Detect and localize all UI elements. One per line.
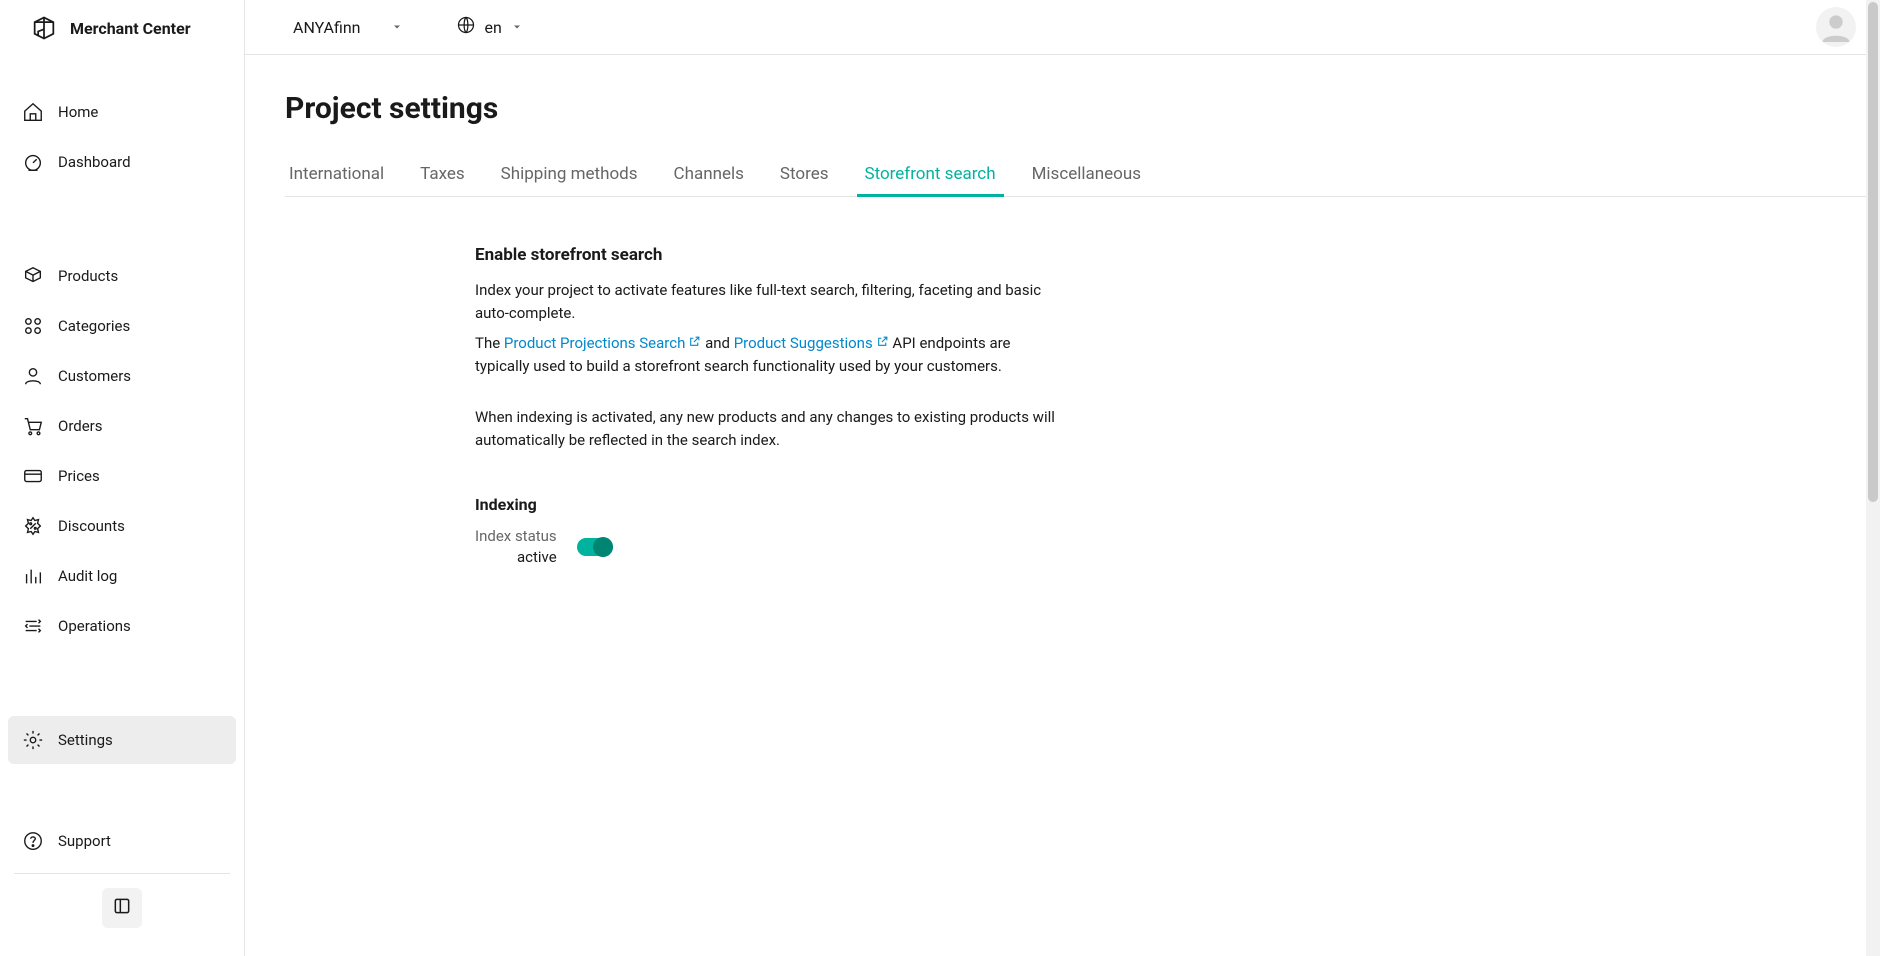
sidebar-item-label: Products (58, 267, 118, 285)
support-icon (22, 830, 44, 852)
main: ANYAfinn en Project settings Internation… (245, 0, 1880, 956)
sidebar-item-discounts[interactable]: Discounts (8, 502, 236, 550)
tab-label: Stores (780, 164, 829, 184)
sidebar-nav: Home Dashboard Products Categories Cu (0, 58, 244, 817)
toggle-knob (593, 537, 613, 557)
indexing-status-labels: Index status active (475, 526, 557, 570)
sidebar-item-products[interactable]: Products (8, 252, 236, 300)
chevron-down-icon (510, 20, 524, 34)
tab-label: Shipping methods (501, 164, 638, 184)
section-title: Enable storefront search (475, 245, 1065, 265)
sidebar-item-label: Orders (58, 417, 103, 435)
orders-icon (22, 415, 44, 437)
collapse-icon (112, 896, 132, 920)
sidebar: Merchant Center Home Dashboard Products (0, 0, 245, 956)
scrollbar-thumb[interactable] (1868, 2, 1878, 502)
sidebar-item-label: Categories (58, 317, 130, 335)
audit-icon (22, 565, 44, 587)
brand-text: Merchant Center (70, 19, 191, 38)
sidebar-item-dashboard[interactable]: Dashboard (8, 138, 236, 186)
product-projections-search-link[interactable]: Product Projections Search (504, 334, 685, 352)
sidebar-item-label: Home (58, 103, 98, 121)
sidebar-item-orders[interactable]: Orders (8, 402, 236, 450)
external-link-icon (688, 335, 701, 348)
avatar[interactable] (1816, 7, 1856, 47)
tab-label: Miscellaneous (1032, 164, 1141, 184)
sidebar-item-home[interactable]: Home (8, 88, 236, 136)
tab-shipping-methods[interactable]: Shipping methods (497, 152, 642, 196)
description-text: The Product Projections Search and Produ… (475, 332, 1065, 379)
globe-icon (456, 15, 476, 39)
sidebar-item-customers[interactable]: Customers (8, 352, 236, 400)
customers-icon (22, 365, 44, 387)
home-icon (22, 101, 44, 123)
sidebar-item-support[interactable]: Support (8, 817, 236, 865)
operations-icon (22, 615, 44, 637)
collapse-sidebar-button[interactable] (102, 888, 142, 928)
prices-icon (22, 465, 44, 487)
sidebar-item-label: Customers (58, 367, 131, 385)
tabs: International Taxes Shipping methods Cha… (285, 152, 1880, 197)
sidebar-item-label: Support (58, 832, 111, 850)
products-icon (22, 265, 44, 287)
sidebar-item-label: Audit log (58, 567, 117, 585)
indexing-status-value: active (475, 547, 557, 569)
tab-label: Channels (674, 164, 744, 184)
sidebar-item-label: Prices (58, 467, 100, 485)
language-switcher[interactable]: en (456, 15, 523, 39)
header: ANYAfinn en (245, 0, 1880, 55)
tab-miscellaneous[interactable]: Miscellaneous (1028, 152, 1145, 196)
categories-icon (22, 315, 44, 337)
project-switcher[interactable]: ANYAfinn (293, 18, 404, 37)
tab-channels[interactable]: Channels (670, 152, 748, 196)
tab-label: International (289, 164, 384, 184)
sidebar-item-label: Settings (58, 731, 113, 749)
tab-stores[interactable]: Stores (776, 152, 833, 196)
tab-international[interactable]: International (285, 152, 388, 196)
text-fragment: The (475, 334, 504, 352)
brand: Merchant Center (0, 0, 244, 58)
tab-storefront-search[interactable]: Storefront search (861, 152, 1000, 196)
scrollbar[interactable] (1866, 0, 1880, 956)
indexing-status-label: Index status (475, 526, 557, 548)
dashboard-icon (22, 151, 44, 173)
description-text: Index your project to activate features … (475, 279, 1065, 326)
tab-label: Taxes (420, 164, 465, 184)
sidebar-item-label: Dashboard (58, 153, 131, 171)
discounts-icon (22, 515, 44, 537)
sidebar-item-categories[interactable]: Categories (8, 302, 236, 350)
project-name: ANYAfinn (293, 18, 360, 37)
sidebar-item-label: Operations (58, 617, 131, 635)
tab-label: Storefront search (865, 164, 996, 184)
page-title: Project settings (285, 91, 1880, 126)
settings-icon (22, 729, 44, 751)
sidebar-bottom: Support (0, 817, 244, 956)
product-suggestions-link[interactable]: Product Suggestions (734, 334, 873, 352)
page: Project settings International Taxes Shi… (245, 55, 1880, 569)
indexing-heading: Indexing (475, 495, 1065, 514)
sidebar-item-prices[interactable]: Prices (8, 452, 236, 500)
language-label: en (484, 18, 501, 37)
external-link-icon (876, 335, 889, 348)
divider (14, 873, 230, 874)
sidebar-item-operations[interactable]: Operations (8, 602, 236, 650)
tab-taxes[interactable]: Taxes (416, 152, 469, 196)
indexing-status-row: Index status active (475, 526, 1065, 570)
sidebar-item-audit-log[interactable]: Audit log (8, 552, 236, 600)
chevron-down-icon (390, 20, 404, 34)
indexing-toggle[interactable] (577, 538, 613, 556)
sidebar-item-label: Discounts (58, 517, 125, 535)
brand-icon (30, 14, 58, 42)
text-fragment: and (701, 334, 733, 352)
sidebar-item-settings[interactable]: Settings (8, 716, 236, 764)
tab-content: Enable storefront search Index your proj… (285, 197, 1065, 569)
description-text: When indexing is activated, any new prod… (475, 406, 1065, 453)
